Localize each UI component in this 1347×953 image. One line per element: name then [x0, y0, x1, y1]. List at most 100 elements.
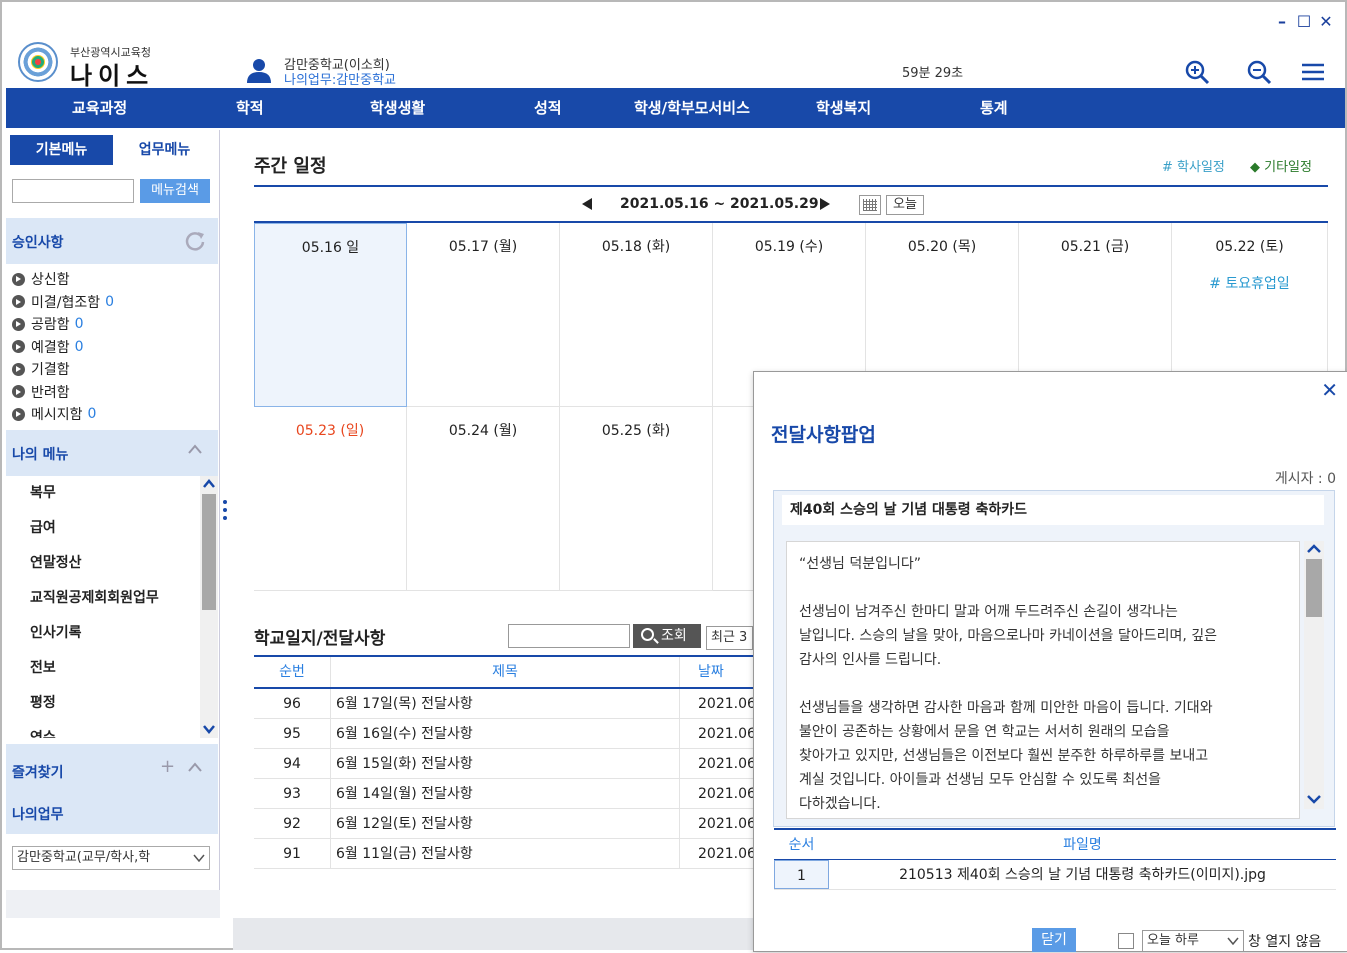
minimize-button[interactable]: – [1275, 12, 1289, 31]
zoom-in-icon[interactable] [1184, 59, 1210, 85]
approval-item-circulation[interactable]: 공람함 0 [12, 313, 114, 336]
splitter-handle-icon[interactable] [223, 500, 227, 526]
my-menu-section-header[interactable]: 나의 메뉴 [6, 430, 218, 476]
menu-search-input[interactable] [12, 179, 134, 203]
nav-item-student-life[interactable]: 학생생활 [370, 88, 425, 128]
hamburger-menu-icon[interactable] [1300, 59, 1326, 85]
scroll-down-icon[interactable] [1307, 794, 1321, 804]
table-row[interactable]: 96 6월 17일(목) 전달사항 2021.06 [254, 689, 754, 719]
calendar-day-cell[interactable]: 05.25 (화) [560, 407, 713, 591]
table-row[interactable]: 91 6월 11일(금) 전달사항 2021.06 [254, 839, 754, 869]
today-button[interactable]: 오늘 [886, 195, 924, 215]
my-work-title[interactable]: 나의업무 [12, 804, 64, 824]
menu-search-button[interactable]: 메뉴검색 [140, 179, 210, 203]
my-menu-item-salary[interactable]: 급여 [6, 511, 198, 546]
row-title[interactable]: 6월 14일(월) 전달사항 [331, 779, 680, 808]
calendar-date: 05.22 (토) [1215, 239, 1284, 255]
my-menu-item-training[interactable]: 연수 [6, 721, 198, 738]
message-box: 제40회 스승의 날 기념 대통령 축하카드 “선생님 덕분입니다” 선생님이 … [773, 490, 1335, 827]
approval-item-label: 공람함 [31, 317, 70, 334]
file-order: 1 [774, 860, 829, 889]
my-menu-scrollbar[interactable] [200, 476, 218, 738]
refresh-icon[interactable] [184, 230, 206, 252]
user-department[interactable]: 나의업무:감만중학교 [284, 69, 396, 88]
column-header-title: 제목 [331, 657, 680, 687]
table-row[interactable]: 95 6월 16일(수) 전달사항 2021.06 [254, 719, 754, 749]
message-scrollbar[interactable] [1304, 541, 1324, 809]
calendar-date: 05.17 (월) [448, 239, 518, 255]
scroll-thumb[interactable] [202, 494, 216, 610]
scroll-thumb[interactable] [1306, 559, 1322, 617]
calendar-day-cell[interactable]: 05.18 (화) [560, 223, 713, 407]
calendar-day-cell[interactable]: 05.17 (월) [407, 223, 560, 407]
my-menu-item-attendance[interactable]: 복무 [6, 476, 198, 511]
row-title[interactable]: 6월 17일(목) 전달사항 [331, 689, 680, 718]
favorites-title[interactable]: 즐겨찾기 [12, 762, 64, 782]
approval-list: 상신함 미결/협조함 0 공람함 0 예결함 0 기결함 반려함 메시지함 0 [12, 268, 114, 426]
close-window-button[interactable]: ✕ [1319, 12, 1333, 31]
approval-item-scheduled[interactable]: 예결함 0 [12, 336, 114, 359]
table-row[interactable]: 92 6월 12일(토) 전달사항 2021.06 [254, 809, 754, 839]
close-icon[interactable]: ✕ [1321, 378, 1338, 402]
message-subject: 제40회 스승의 날 기념 대통령 축하카드 [782, 495, 1324, 525]
scroll-up-icon[interactable] [203, 479, 215, 489]
approval-item-pending[interactable]: 미결/협조함 0 [12, 291, 114, 314]
nav-item-statistics[interactable]: 통계 [980, 88, 1008, 128]
row-title[interactable]: 6월 11일(금) 전달사항 [331, 839, 680, 868]
nav-item-curriculum[interactable]: 교육과정 [72, 88, 127, 128]
next-week-icon[interactable] [820, 198, 830, 210]
nav-item-student-record[interactable]: 학적 [236, 88, 264, 128]
chevron-up-icon[interactable] [188, 444, 202, 454]
calendar-day-cell[interactable]: 05.24 (월) [407, 407, 560, 591]
table-row[interactable]: 93 6월 14일(월) 전달사항 2021.06 [254, 779, 754, 809]
tab-basic-menu[interactable]: 기본메뉴 [10, 135, 113, 165]
file-name-link[interactable]: 210513 제40회 스승의 날 기념 대통령 축하카드(이미지).jpg [829, 860, 1336, 889]
close-button[interactable]: 닫기 [1032, 928, 1076, 952]
message-body[interactable]: “선생님 덕분입니다” 선생님이 남겨주신 한마디 말과 어깨 두드려주신 손길… [786, 541, 1300, 819]
maximize-button[interactable]: ☐ [1297, 12, 1311, 31]
log-search-input[interactable] [508, 624, 630, 648]
approval-item-submitted[interactable]: 상신함 [12, 268, 114, 291]
log-search-button[interactable]: 조회 [633, 624, 701, 648]
approval-item-messages[interactable]: 메시지함 0 [12, 403, 114, 426]
tab-work-menu[interactable]: 업무메뉴 [113, 135, 216, 165]
school-select[interactable]: 감만중학교(교무/학사,학 [12, 846, 210, 870]
calendar-date: 05.24 (월) [448, 423, 518, 439]
duration-select[interactable]: 오늘 하루 [1142, 930, 1244, 952]
nav-item-student-parent-service[interactable]: 학생/학부모서비스 [634, 88, 750, 128]
table-row[interactable]: 94 6월 15일(화) 전달사항 2021.06 [254, 749, 754, 779]
calendar-day-cell[interactable]: 05.23 (일) [254, 407, 407, 591]
arrow-bullet-icon [12, 340, 25, 354]
my-menu-item-transfer[interactable]: 전보 [6, 651, 198, 686]
approval-item-returned[interactable]: 반려함 [12, 381, 114, 404]
scroll-down-icon[interactable] [203, 724, 215, 734]
row-no: 93 [254, 779, 331, 808]
message-paragraph: 선생님들을 생각하면 감사한 마음과 함께 미안한 마음이 듭니다. 기대와 불… [799, 700, 1213, 812]
row-date: 2021.06 [698, 846, 754, 862]
add-favorite-icon[interactable]: + [160, 756, 175, 777]
row-no: 91 [254, 839, 331, 868]
previous-week-icon[interactable] [582, 198, 592, 210]
scroll-up-icon[interactable] [1307, 544, 1321, 554]
row-title[interactable]: 6월 16일(수) 전달사항 [331, 719, 680, 748]
calendar-event[interactable]: # 토요휴업일 [1172, 273, 1327, 293]
dont-show-checkbox[interactable] [1118, 933, 1134, 949]
my-menu-item-personnel-record[interactable]: 인사기록 [6, 616, 198, 651]
sidebar-tabs: 기본메뉴 업무메뉴 [10, 135, 216, 165]
zoom-out-icon[interactable] [1246, 59, 1272, 85]
favorites-section: 즐겨찾기 + 나의업무 [6, 744, 218, 834]
row-title[interactable]: 6월 12일(토) 전달사항 [331, 809, 680, 838]
table-row[interactable]: 1 210513 제40회 스승의 날 기념 대통령 축하카드(이미지).jpg [774, 860, 1336, 890]
chevron-up-icon[interactable] [188, 762, 202, 772]
log-period-select[interactable]: 최근 3 [706, 626, 753, 650]
nav-item-student-welfare[interactable]: 학생복지 [816, 88, 871, 128]
nav-item-grades[interactable]: 성적 [534, 88, 562, 128]
calendar-icon[interactable] [859, 195, 881, 215]
row-title[interactable]: 6월 15일(화) 전달사항 [331, 749, 680, 778]
my-menu-item-evaluation[interactable]: 평정 [6, 686, 198, 721]
calendar-day-cell[interactable]: 05.16 일 [254, 223, 407, 407]
approval-item-completed[interactable]: 기결함 [12, 358, 114, 381]
column-header-date: 날짜 [698, 664, 724, 680]
my-menu-item-teachers-mutual-aid[interactable]: 교직원공제회회원업무 [6, 581, 198, 616]
my-menu-item-tax-settlement[interactable]: 연말정산 [6, 546, 198, 581]
